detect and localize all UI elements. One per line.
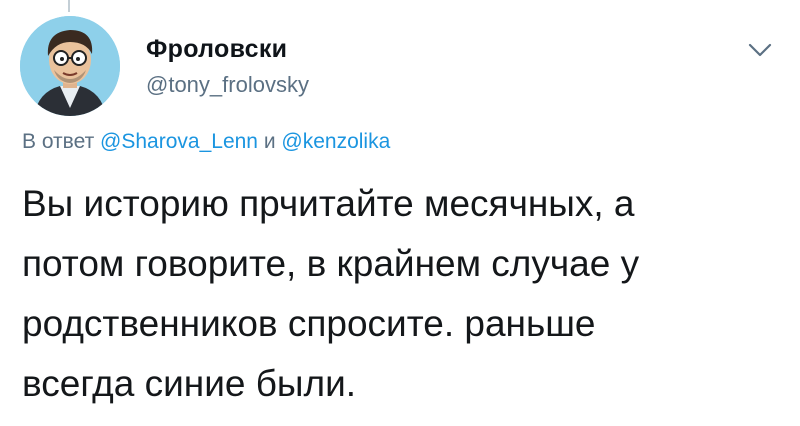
reply-connector: и bbox=[263, 130, 276, 153]
author-handle[interactable]: @tony_frolovsky bbox=[146, 70, 309, 100]
reply-context: В ответ @Sharova_Lenn и @kenzolika bbox=[22, 128, 390, 156]
tweet-text-line: родственников спросите. раньше bbox=[22, 303, 596, 344]
author-display-name[interactable]: Фроловски bbox=[146, 34, 309, 64]
mention-link[interactable]: @Sharova_Lenn bbox=[100, 130, 258, 153]
cartoon-avatar-icon bbox=[20, 16, 120, 116]
tweet-card: Фроловски @tony_frolovsky В ответ @Sharo… bbox=[0, 0, 800, 426]
tweet-text-line: потом говорите, в крайнем случае у bbox=[22, 243, 640, 284]
chevron-down-icon[interactable] bbox=[746, 40, 774, 60]
avatar[interactable] bbox=[20, 16, 120, 116]
mention-link[interactable]: @kenzolika bbox=[281, 130, 390, 153]
tweet-text-line: Вы историю прчитайте месячных, а bbox=[22, 183, 635, 224]
tweet-text: Вы историю прчитайте месячных, а потом г… bbox=[22, 174, 792, 414]
tweet-header: Фроловски @tony_frolovsky bbox=[146, 34, 309, 100]
thread-connector-line bbox=[68, 0, 70, 12]
reply-prefix: В ответ bbox=[22, 130, 95, 153]
tweet-text-line: всегда синие были. bbox=[22, 363, 357, 404]
